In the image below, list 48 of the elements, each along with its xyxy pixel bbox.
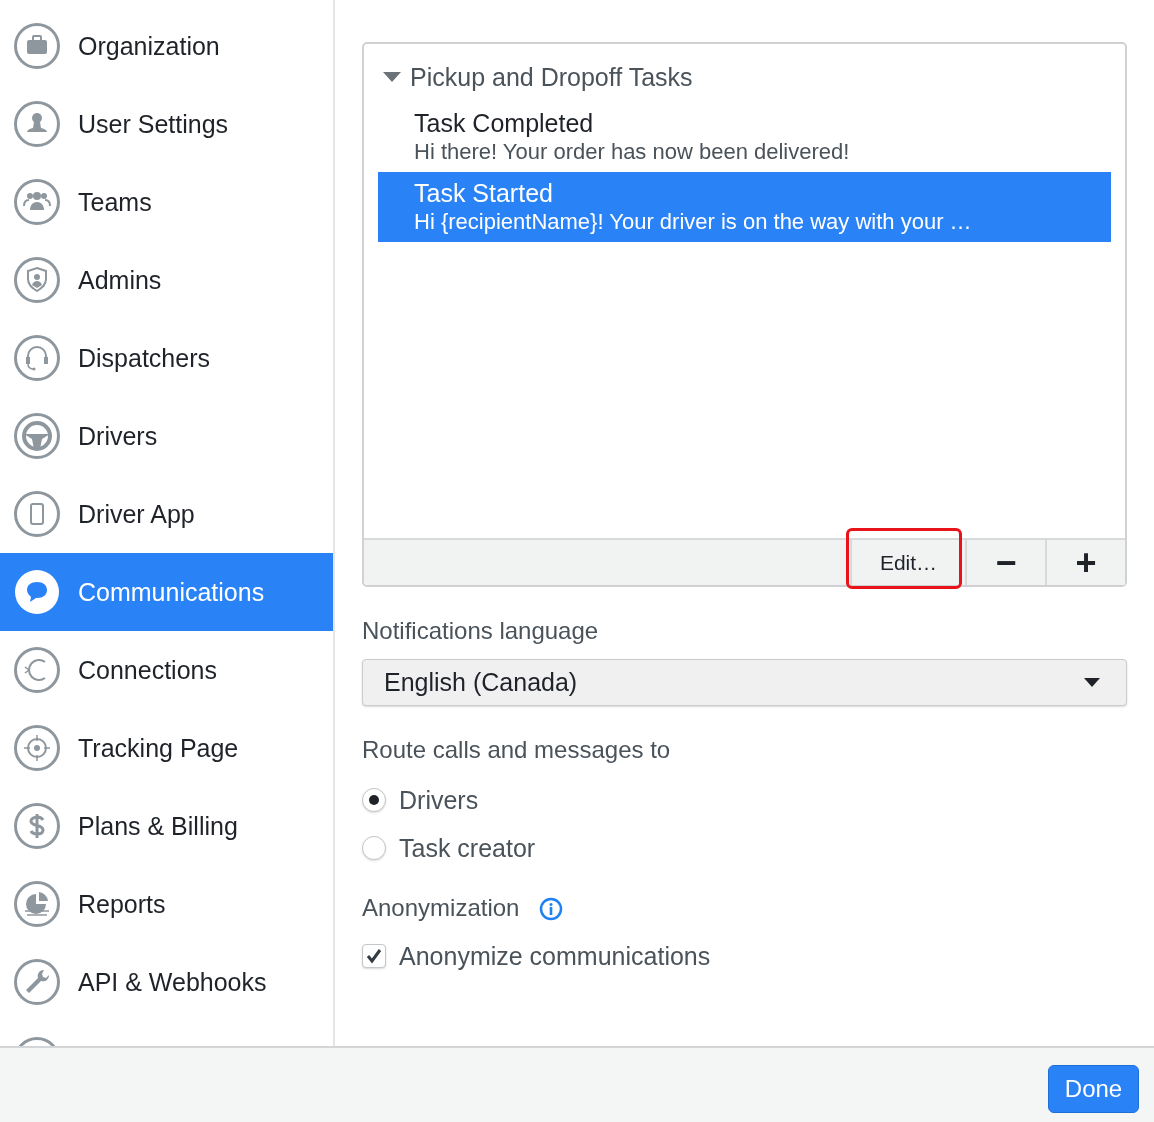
info-icon[interactable] xyxy=(539,897,564,921)
sidebar-item[interactable]: API & Webhooks xyxy=(0,943,333,1021)
radio-label: Task creator xyxy=(399,833,536,863)
wrench-icon xyxy=(14,959,60,1005)
sidebar-item[interactable]: Tracking Page xyxy=(0,709,333,787)
briefcase-icon xyxy=(14,23,60,69)
sidebar-item[interactable]: Organization xyxy=(0,7,333,85)
radio-button[interactable] xyxy=(362,836,386,860)
task-item[interactable]: Task Started Hi {recipientName}! Your driver is on the way with your … xyxy=(378,172,1111,242)
task-title: Task Completed xyxy=(414,108,595,138)
sidebar-item[interactable]: Driver App xyxy=(0,475,333,553)
checkbox-label: Anonymize communications xyxy=(399,941,711,971)
section-label: Route calls and messages to xyxy=(362,736,672,765)
sidebar-item[interactable]: Plans & Billing xyxy=(0,787,333,865)
sidebar-item[interactable]: Connections xyxy=(0,631,333,709)
radio-button[interactable] xyxy=(362,788,386,812)
task-item[interactable]: Task Completed Hi there! Your order has now been delivered! xyxy=(378,102,1111,172)
shield-icon xyxy=(14,257,60,303)
sidebar-item[interactable]: Teams xyxy=(0,163,333,241)
done-button[interactable]: Done xyxy=(1048,1065,1139,1113)
language-dropdown[interactable]: English (Canada) xyxy=(362,659,1127,706)
checkbox[interactable] xyxy=(362,944,386,968)
crosshair-icon xyxy=(14,725,60,771)
sidebar-item[interactable]: Reports xyxy=(0,865,333,943)
sidebar-item[interactable]: User Settings xyxy=(0,85,333,163)
chat-bubble-icon xyxy=(14,569,60,615)
headset-icon xyxy=(14,335,60,381)
caret-icon xyxy=(1084,678,1100,687)
people-icon xyxy=(14,179,60,225)
person-icon xyxy=(14,101,60,147)
section-label: Notifications language xyxy=(362,617,600,646)
checkmark-icon xyxy=(364,946,384,966)
section-label: Anonymization xyxy=(362,894,520,923)
sidebar-item[interactable]: Dispatchers xyxy=(0,319,333,397)
pie-chart-icon xyxy=(14,881,60,927)
task-title: Task Started xyxy=(414,178,554,208)
phone-icon xyxy=(14,491,60,537)
task-message: Hi there! Your order has now been delivered! xyxy=(414,138,851,166)
radio-label: Drivers xyxy=(399,785,479,815)
dollar-icon xyxy=(14,803,60,849)
sidebar-item[interactable]: Drivers xyxy=(0,397,333,475)
add-button[interactable]: + xyxy=(1045,540,1125,585)
sidebar-item[interactable]: Communications xyxy=(0,553,333,631)
group-header[interactable]: Pickup and Dropoff Tasks xyxy=(364,44,1125,92)
sidebar-item[interactable]: Admins xyxy=(0,241,333,319)
c-curve-icon xyxy=(14,647,60,693)
steering-wheel-icon xyxy=(14,413,60,459)
task-message: Hi {recipientName}! Your driver is on the way with your … xyxy=(414,208,973,236)
